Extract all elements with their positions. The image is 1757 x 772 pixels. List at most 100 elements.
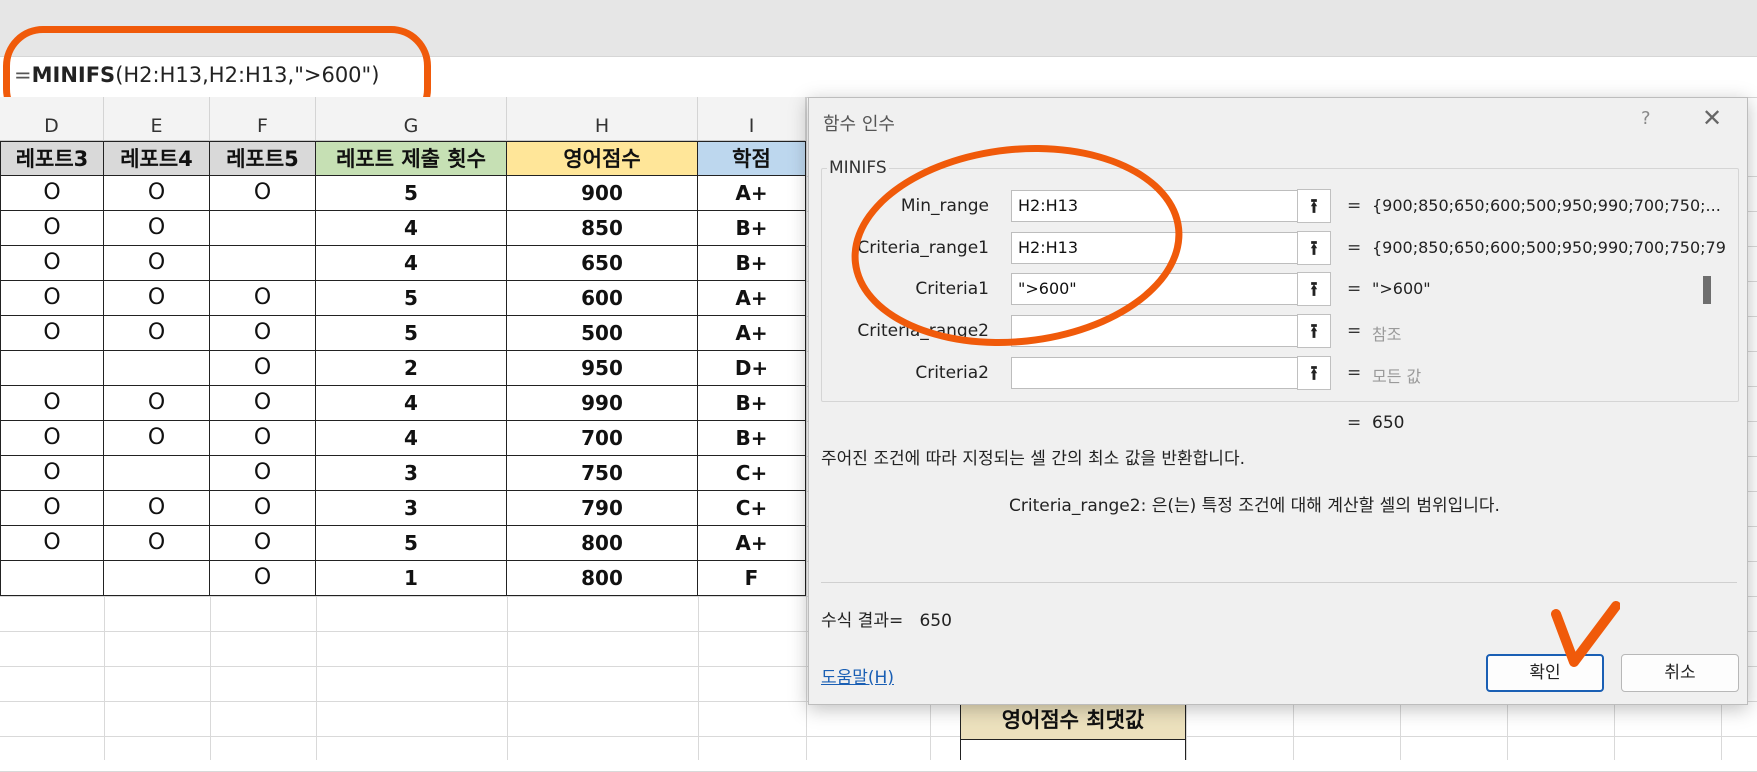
table-cell[interactable]: O [210,351,316,386]
table-cell[interactable]: O [104,176,210,211]
table-cell[interactable]: 800 [507,526,698,561]
argument-input[interactable] [1011,357,1323,389]
table-cell[interactable]: 4 [316,386,507,421]
table-cell[interactable]: 3 [316,456,507,491]
table-cell[interactable]: A+ [698,526,806,561]
table-cell[interactable]: 500 [507,316,698,351]
table-cell[interactable]: O [104,421,210,456]
table-header-cell[interactable]: 레포트4 [104,141,210,176]
table-cell[interactable]: O [0,421,104,456]
table-cell[interactable]: O [0,456,104,491]
table-cell[interactable]: O [104,526,210,561]
column-header-g[interactable]: G [316,97,507,141]
collapse-dialog-icon[interactable]: ⭱ [1297,189,1331,223]
table-cell[interactable]: O [0,246,104,281]
table-cell[interactable]: 950 [507,351,698,386]
max-label-cell[interactable]: 영어점수 최댓값 [960,700,1186,740]
result-equals: = [1347,413,1362,433]
table-cell[interactable]: 1 [316,561,507,596]
table-cell[interactable]: O [0,176,104,211]
collapse-dialog-icon[interactable]: ⭱ [1297,314,1331,348]
help-icon[interactable]: ? [1641,108,1651,129]
table-cell[interactable]: 650 [507,246,698,281]
table-cell[interactable]: B+ [698,211,806,246]
table-cell[interactable]: O [0,491,104,526]
table-cell[interactable]: 4 [316,421,507,456]
table-header-cell[interactable]: 학점 [698,141,806,176]
collapse-dialog-icon[interactable]: ⭱ [1297,356,1331,390]
table-cell[interactable]: O [210,281,316,316]
column-header-e[interactable]: E [104,97,210,141]
table-cell[interactable]: O [210,176,316,211]
table-cell[interactable]: 4 [316,246,507,281]
table-header-cell[interactable]: 영어점수 [507,141,698,176]
table-cell[interactable]: 700 [507,421,698,456]
table-cell[interactable] [104,351,210,386]
table-cell[interactable]: O [210,456,316,491]
column-header-i[interactable]: I [698,97,806,141]
table-cell[interactable]: O [210,316,316,351]
table-cell[interactable]: 990 [507,386,698,421]
table-cell[interactable]: A+ [698,281,806,316]
table-cell[interactable]: O [104,386,210,421]
table-cell[interactable]: 850 [507,211,698,246]
table-cell[interactable] [0,561,104,596]
table-cell[interactable]: O [0,316,104,351]
table-header-cell[interactable]: 레포트3 [0,141,104,176]
table-header-cell[interactable]: 레포트 제출 횟수 [316,141,507,176]
table-cell[interactable]: 5 [316,176,507,211]
collapse-dialog-icon[interactable]: ⭱ [1297,231,1331,265]
table-cell[interactable]: B+ [698,421,806,456]
table-cell[interactable] [210,246,316,281]
table-cell[interactable]: O [0,211,104,246]
table-cell[interactable]: O [104,211,210,246]
table-cell[interactable] [104,561,210,596]
table-cell[interactable] [104,456,210,491]
table-cell[interactable]: D+ [698,351,806,386]
table-cell[interactable]: C+ [698,456,806,491]
table-cell[interactable]: O [0,281,104,316]
table-cell[interactable]: O [210,386,316,421]
table-cell[interactable]: B+ [698,246,806,281]
table-cell[interactable]: C+ [698,491,806,526]
column-header-d[interactable]: D [0,97,104,141]
table-cell[interactable]: 5 [316,281,507,316]
table-cell[interactable]: 750 [507,456,698,491]
table-cell[interactable]: 2 [316,351,507,386]
table-cell[interactable]: 3 [316,491,507,526]
table-cell[interactable]: 600 [507,281,698,316]
table-cell[interactable]: O [210,561,316,596]
table-cell[interactable]: O [210,421,316,456]
table-cell[interactable]: 4 [316,211,507,246]
table-cell[interactable]: O [104,246,210,281]
table-cell[interactable] [0,351,104,386]
table-cell[interactable]: O [104,491,210,526]
table-cell[interactable]: 900 [507,176,698,211]
collapse-dialog-icon[interactable]: ⭱ [1297,272,1331,306]
table-cell[interactable]: 5 [316,316,507,351]
cancel-button[interactable]: 취소 [1621,654,1739,692]
table-cell[interactable]: O [0,386,104,421]
close-icon[interactable]: ✕ [1702,104,1722,132]
table-cell[interactable]: O [210,526,316,561]
argument-equals: = [1347,363,1362,383]
table-cell[interactable]: O [0,526,104,561]
table-cell[interactable]: A+ [698,176,806,211]
table-cell[interactable]: 5 [316,526,507,561]
table-cell[interactable]: O [210,491,316,526]
help-link[interactable]: 도움말(H) [821,663,894,688]
arguments-scrollbar[interactable] [1703,276,1711,304]
table-cell[interactable]: A+ [698,316,806,351]
table-cell[interactable]: O [104,281,210,316]
table-cell[interactable]: 800 [507,561,698,596]
table-cell[interactable]: F [698,561,806,596]
formula-result: 수식 결과= 650 [821,606,952,631]
max-value-cell[interactable] [960,740,1186,760]
table-cell[interactable]: O [104,316,210,351]
column-header-f[interactable]: F [210,97,316,141]
column-header-h[interactable]: H [507,97,698,141]
table-cell[interactable] [210,211,316,246]
table-header-cell[interactable]: 레포트5 [210,141,316,176]
table-cell[interactable]: 790 [507,491,698,526]
table-cell[interactable]: B+ [698,386,806,421]
